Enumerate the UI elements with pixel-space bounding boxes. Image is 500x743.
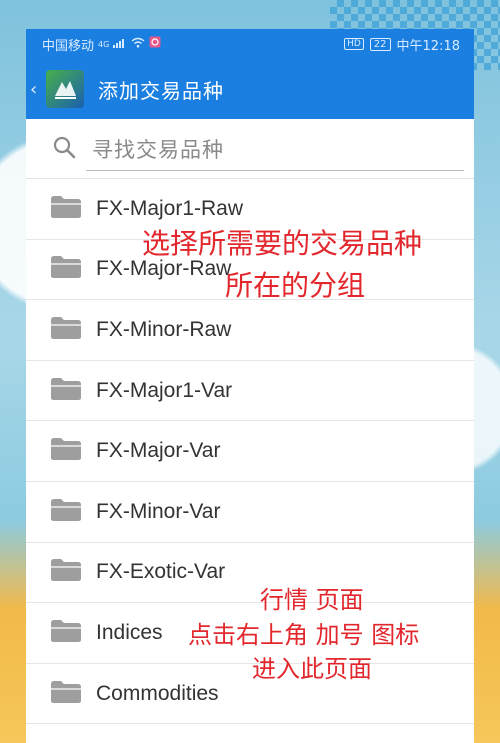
carrier-label: 中国移动 (42, 38, 95, 54)
group-row-fx-minor-raw[interactable]: FX-Minor-Raw (26, 300, 474, 361)
folder-icon (50, 558, 82, 586)
annotation-top-line2: 所在的分组 (225, 269, 366, 302)
group-label: Commodities (96, 681, 219, 705)
group-label: FX-Minor-Raw (96, 317, 232, 341)
folder-icon (50, 437, 82, 465)
folder-icon (50, 680, 82, 708)
app-logo-icon[interactable] (46, 70, 84, 108)
folder-icon (50, 195, 82, 223)
search-input[interactable]: 寻找交易品种 (92, 134, 224, 164)
app-bar: ‹ 添加交易品种 (26, 59, 474, 119)
group-row-fx-minor-var[interactable]: FX-Minor-Var (26, 482, 474, 543)
group-row-fx-exotic-var[interactable]: FX-Exotic-Var (26, 543, 474, 604)
annotation-bottom-line3: 进入此页面 (252, 655, 372, 683)
hd-badge: HD (344, 38, 364, 50)
network-label: 4G (98, 39, 110, 49)
group-label: FX-Major1-Var (96, 378, 233, 402)
folder-icon (50, 619, 82, 647)
battery-icon: 22 (369, 37, 391, 51)
search-underline (86, 170, 464, 171)
back-chevron-icon[interactable]: ‹ (30, 79, 44, 100)
annotation-bottom-line2: 点击右上角 加号 图标 (188, 621, 420, 649)
annotation-top-line1: 选择所需要的交易品种 (142, 227, 423, 260)
status-bar: 中国移动 4G HD 22 中午12:18 (26, 29, 474, 59)
notification-icon (149, 36, 161, 52)
search-bar[interactable]: 寻找交易品种 (26, 119, 474, 179)
group-label: FX-Major1-Raw (96, 196, 244, 220)
wifi-icon (131, 37, 145, 52)
page-title: 添加交易品种 (98, 78, 224, 103)
signal-icon (113, 37, 127, 52)
annotation-bottom-line1: 行情 页面 (260, 586, 364, 614)
folder-icon (50, 316, 82, 344)
group-row-commodities[interactable]: Commodities (26, 664, 474, 725)
group-label: Indices (96, 620, 163, 644)
search-icon (52, 135, 76, 163)
group-label: FX-Minor-Var (96, 499, 221, 523)
group-row-fx-major1-var[interactable]: FX-Major1-Var (26, 361, 474, 422)
group-label: FX-Major-Var (96, 439, 221, 463)
group-label: FX-Exotic-Var (96, 560, 226, 584)
folder-icon (50, 498, 82, 526)
clock: 中午12:18 (396, 38, 460, 54)
folder-icon (50, 255, 82, 283)
group-row-fx-major-var[interactable]: FX-Major-Var (26, 421, 474, 482)
folder-icon (50, 377, 82, 405)
